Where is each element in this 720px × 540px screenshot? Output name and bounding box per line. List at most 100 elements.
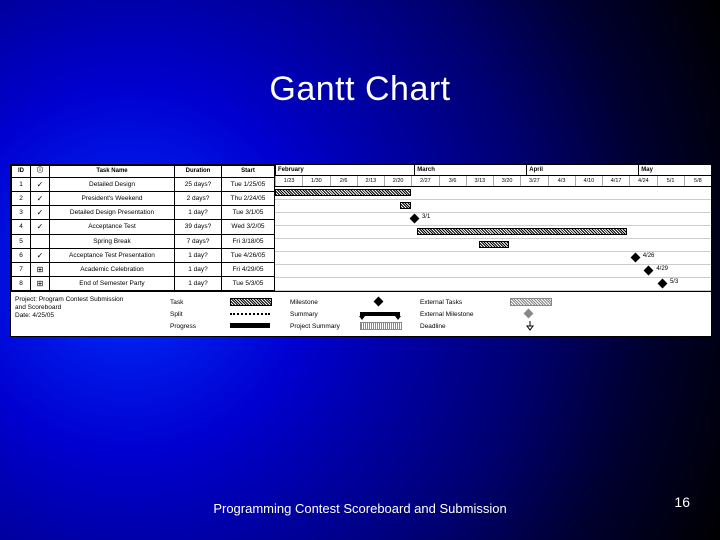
legend-exttasks-symbol — [510, 298, 550, 306]
table-row: 6✓Acceptance Test Presentation1 day?Tue … — [12, 248, 275, 262]
legend-split-label: Split — [170, 311, 230, 318]
milestone-label: 5/3 — [670, 279, 678, 285]
status-icon — [31, 234, 50, 248]
date-tick: 5/8 — [684, 176, 711, 186]
status-icon: ✓ — [31, 248, 50, 262]
col-task: Task Name — [50, 166, 175, 178]
col-start: Start — [222, 166, 275, 178]
date-tick: 3/6 — [439, 176, 466, 186]
legend-extmile-symbol — [510, 310, 550, 317]
table-row: 3✓Detailed Design Presentation1 day?Tue … — [12, 206, 275, 220]
legend-extmile-label: External Milestone — [420, 311, 510, 318]
cell-start: Tue 3/1/05 — [222, 206, 275, 220]
status-icon: ✓ — [31, 178, 50, 192]
date-tick: 3/13 — [466, 176, 493, 186]
cell-duration: 39 days? — [175, 220, 222, 234]
month-header: FebruaryMarchAprilMay — [275, 165, 711, 176]
cell-start: Fri 4/29/05 — [222, 262, 275, 276]
date-tick: 2/20 — [384, 176, 411, 186]
status-icon: ⊞ — [31, 262, 50, 276]
status-icon: ⊞ — [31, 276, 50, 290]
milestone-diamond-icon — [644, 266, 654, 276]
milestone-diamond-icon — [630, 253, 640, 263]
gantt-row: 5/3 — [275, 278, 711, 291]
legend-summary-label: Summary — [290, 311, 360, 318]
legend-deadline-symbol — [510, 321, 550, 331]
page-number: 16 — [674, 494, 690, 510]
cell-task-name: Acceptance Test Presentation — [50, 248, 175, 262]
legend-grid: Task Milestone External Tasks Split Summ… — [170, 296, 709, 332]
date-tick: 3/20 — [493, 176, 520, 186]
cell-task-name: Detailed Design Presentation — [50, 206, 175, 220]
table-row: 2✓President's Weekend2 days?Thu 2/24/05 — [12, 192, 275, 206]
cell-task-name: Detailed Design — [50, 178, 175, 192]
task-bar — [417, 228, 627, 235]
date-tick: 4/17 — [602, 176, 629, 186]
cell-task-name: Acceptance Test — [50, 220, 175, 234]
legend-task-label: Task — [170, 299, 230, 306]
month-label: March — [414, 165, 526, 175]
status-icon: ✓ — [31, 220, 50, 234]
slide-title: Gantt Chart — [0, 70, 720, 109]
date-tick: 5/1 — [657, 176, 684, 186]
gantt-row — [275, 226, 711, 239]
legend: Project: Program Contest Submission and … — [11, 292, 711, 336]
gantt-row: 3/1 — [275, 213, 711, 226]
cell-id: 2 — [12, 192, 31, 206]
project-line1: Project: Program Contest Submission — [15, 296, 170, 304]
gantt-row — [275, 239, 711, 252]
cell-start: Thu 2/24/05 — [222, 192, 275, 206]
footer-text: Programming Contest Scoreboard and Submi… — [0, 501, 720, 516]
task-table: ID ⓘ Task Name Duration Start 1✓Detailed… — [11, 165, 275, 291]
date-tick: 1/23 — [275, 176, 302, 186]
legend-exttasks-label: External Tasks — [420, 299, 510, 306]
cell-id: 6 — [12, 248, 31, 262]
gantt-row: 4/26 — [275, 252, 711, 265]
cell-duration: 2 days? — [175, 192, 222, 206]
cell-duration: 1 day? — [175, 248, 222, 262]
cell-id: 8 — [12, 276, 31, 290]
col-info-icon: ⓘ — [31, 166, 50, 178]
timeline-area: FebruaryMarchAprilMay 1/231/302/62/132/2… — [275, 165, 711, 291]
milestone-label: 3/1 — [422, 214, 430, 220]
project-line2: and Scoreboard — [15, 304, 170, 312]
status-icon: ✓ — [31, 206, 50, 220]
legend-progress-symbol — [230, 323, 290, 330]
cell-duration: 1 day? — [175, 262, 222, 276]
gantt-row — [275, 200, 711, 213]
cell-id: 5 — [12, 234, 31, 248]
milestone-diamond-icon — [657, 279, 667, 289]
cell-id: 7 — [12, 262, 31, 276]
col-id: ID — [12, 166, 31, 178]
cell-start: Wed 3/2/05 — [222, 220, 275, 234]
legend-task-symbol — [230, 298, 290, 306]
month-label: April — [526, 165, 638, 175]
task-bar — [479, 241, 509, 248]
legend-projsummary-label: Project Summary — [290, 323, 360, 330]
table-row: 8⊞End of Semester Party1 day?Tue 5/3/05 — [12, 276, 275, 290]
cell-id: 3 — [12, 206, 31, 220]
project-info: Project: Program Contest Submission and … — [13, 296, 170, 332]
legend-progress-label: Progress — [170, 323, 230, 330]
status-icon: ✓ — [31, 192, 50, 206]
date-tick: 3/27 — [520, 176, 547, 186]
gantt-top-section: ID ⓘ Task Name Duration Start 1✓Detailed… — [11, 165, 711, 292]
table-row: 4✓Acceptance Test39 days?Wed 3/2/05 — [12, 220, 275, 234]
date-header: 1/231/302/62/132/202/273/63/133/203/274/… — [275, 176, 711, 187]
date-tick: 4/3 — [548, 176, 575, 186]
cell-task-name: Spring Break — [50, 234, 175, 248]
gantt-rows: 3/14/264/295/3 — [275, 187, 711, 291]
cell-start: Fri 3/18/05 — [222, 234, 275, 248]
task-bar — [400, 202, 411, 209]
cell-start: Tue 1/25/05 — [222, 178, 275, 192]
slide: Gantt Chart ID ⓘ Task Name Duration Star… — [0, 0, 720, 540]
cell-duration: 1 day? — [175, 206, 222, 220]
date-tick: 2/6 — [330, 176, 357, 186]
legend-projsummary-symbol — [360, 322, 420, 330]
date-tick: 2/13 — [357, 176, 384, 186]
project-line3: Date: 4/25/05 — [15, 312, 170, 320]
legend-milestone-label: Milestone — [290, 299, 360, 306]
gantt-chart: ID ⓘ Task Name Duration Start 1✓Detailed… — [10, 164, 712, 337]
date-tick: 1/30 — [302, 176, 329, 186]
milestone-diamond-icon — [410, 214, 420, 224]
